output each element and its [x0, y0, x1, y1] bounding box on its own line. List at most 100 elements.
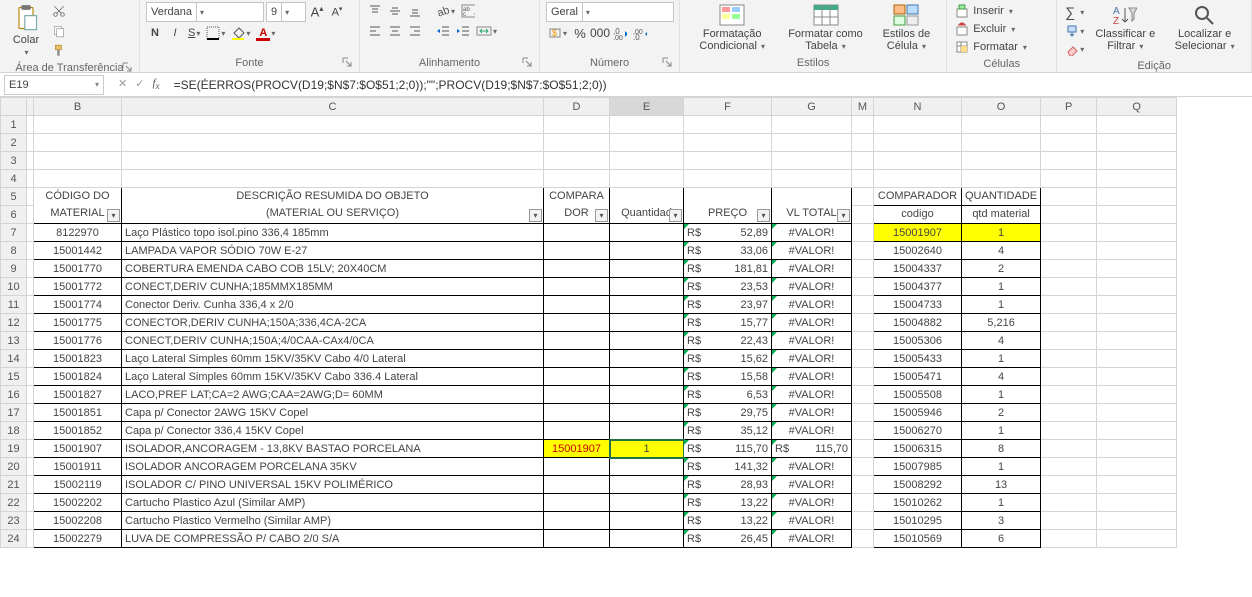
cell[interactable]	[544, 404, 610, 422]
cut-button[interactable]	[50, 2, 68, 20]
cell[interactable]: CONECTOR,DERIV CUNHA;150A;336,4CA-2CA	[122, 314, 544, 332]
cell[interactable]: 15004733	[874, 296, 962, 314]
row-header[interactable]: 13	[1, 332, 27, 350]
row-header[interactable]: 24	[1, 530, 27, 548]
cell[interactable]	[852, 530, 874, 548]
cell[interactable]: #VALOR!	[772, 242, 852, 260]
cell[interactable]: 13	[962, 476, 1041, 494]
cell[interactable]: (MATERIAL OU SERVIÇO)	[122, 206, 544, 224]
col-header-P[interactable]: P	[1041, 98, 1097, 116]
cell[interactable]	[610, 404, 684, 422]
align-center-button[interactable]	[386, 22, 404, 40]
cell[interactable]	[27, 476, 34, 494]
row-header[interactable]: 16	[1, 386, 27, 404]
col-header-O[interactable]: O	[962, 98, 1041, 116]
cell[interactable]	[610, 314, 684, 332]
cell[interactable]: 15001907	[34, 440, 122, 458]
cell[interactable]: CONECT,DERIV CUNHA;150A;4/0CAA-CAx4/0CA	[122, 332, 544, 350]
filter-button[interactable]	[669, 209, 682, 222]
sort-filter-button[interactable]: AZ Classificar e Filtrar ▾	[1090, 2, 1160, 54]
cell[interactable]	[684, 170, 772, 188]
cell[interactable]	[852, 404, 874, 422]
cell[interactable]: 15004377	[874, 278, 962, 296]
cell[interactable]	[1041, 422, 1097, 440]
clear-button[interactable]: ▾	[1063, 40, 1086, 58]
cell[interactable]: 4	[962, 242, 1041, 260]
cell[interactable]	[610, 224, 684, 242]
align-bottom-button[interactable]	[406, 2, 424, 20]
row-header[interactable]: 11	[1, 296, 27, 314]
cell[interactable]: 1	[962, 494, 1041, 512]
cell[interactable]	[27, 332, 34, 350]
cell[interactable]	[610, 368, 684, 386]
cell[interactable]	[852, 476, 874, 494]
cell[interactable]	[1097, 116, 1177, 134]
percent-button[interactable]: %	[571, 24, 589, 42]
cell[interactable]	[27, 458, 34, 476]
row-header[interactable]: 4	[1, 170, 27, 188]
cell[interactable]: 15010262	[874, 494, 962, 512]
cell[interactable]	[772, 152, 852, 170]
cell[interactable]	[610, 116, 684, 134]
cell[interactable]	[122, 116, 544, 134]
cell[interactable]: R$115,70	[772, 440, 852, 458]
cell[interactable]	[852, 206, 874, 224]
cell[interactable]	[1097, 242, 1177, 260]
cell[interactable]	[852, 188, 874, 206]
cell[interactable]	[962, 134, 1041, 152]
cell[interactable]	[874, 116, 962, 134]
cell[interactable]	[852, 134, 874, 152]
cell[interactable]	[610, 512, 684, 530]
bold-button[interactable]: N	[146, 24, 164, 42]
cell[interactable]	[1041, 440, 1097, 458]
font-size-combo[interactable]: 9▾	[266, 2, 306, 22]
cell[interactable]: 5,216	[962, 314, 1041, 332]
cell[interactable]	[27, 170, 34, 188]
row-header[interactable]: 9	[1, 260, 27, 278]
cell[interactable]	[27, 188, 34, 206]
cell[interactable]: 15002202	[34, 494, 122, 512]
cell[interactable]	[772, 170, 852, 188]
cell[interactable]: R$35,12	[684, 422, 772, 440]
cell[interactable]: 15002279	[34, 530, 122, 548]
align-right-button[interactable]	[406, 22, 424, 40]
font-name-combo[interactable]: Verdana▾	[146, 2, 264, 22]
cell[interactable]: VL TOTAL	[772, 206, 852, 224]
increase-decimal-button[interactable]: ,0,00	[611, 24, 629, 42]
cell[interactable]	[1041, 512, 1097, 530]
cell[interactable]: MATERIAL	[34, 206, 122, 224]
col-header-G[interactable]: G	[772, 98, 852, 116]
cell[interactable]: Cartucho Plastico Azul (Similar AMP)	[122, 494, 544, 512]
cell[interactable]: Laço Lateral Simples 60mm 15KV/35KV Cabo…	[122, 350, 544, 368]
cell[interactable]	[1097, 350, 1177, 368]
cell[interactable]: R$23,97	[684, 296, 772, 314]
cell[interactable]	[27, 368, 34, 386]
cell[interactable]: #VALOR!	[772, 476, 852, 494]
cell[interactable]: R$33,06	[684, 242, 772, 260]
cell[interactable]: #VALOR!	[772, 386, 852, 404]
cell[interactable]	[1097, 368, 1177, 386]
increase-indent-button[interactable]	[454, 22, 472, 40]
cell[interactable]: Conector Deriv. Cunha 336,4 x 2/0	[122, 296, 544, 314]
cell[interactable]	[544, 314, 610, 332]
cell[interactable]: R$26,45	[684, 530, 772, 548]
cell[interactable]: 15008292	[874, 476, 962, 494]
cell[interactable]	[874, 170, 962, 188]
cell[interactable]	[1097, 188, 1177, 206]
row-header[interactable]: 2	[1, 134, 27, 152]
cell[interactable]: 1	[962, 296, 1041, 314]
cell[interactable]	[852, 458, 874, 476]
cell[interactable]	[684, 116, 772, 134]
cell[interactable]	[27, 350, 34, 368]
row-header[interactable]: 8	[1, 242, 27, 260]
cell[interactable]	[610, 242, 684, 260]
row-header[interactable]: 1	[1, 116, 27, 134]
cell[interactable]	[1097, 476, 1177, 494]
cell[interactable]: 8	[962, 440, 1041, 458]
cell[interactable]	[1041, 332, 1097, 350]
cell[interactable]: 15001851	[34, 404, 122, 422]
row-header[interactable]: 6	[1, 206, 27, 224]
copy-button[interactable]	[50, 22, 68, 40]
cell[interactable]: Capa p/ Conector 336,4 15KV Copel	[122, 422, 544, 440]
cell[interactable]	[27, 494, 34, 512]
